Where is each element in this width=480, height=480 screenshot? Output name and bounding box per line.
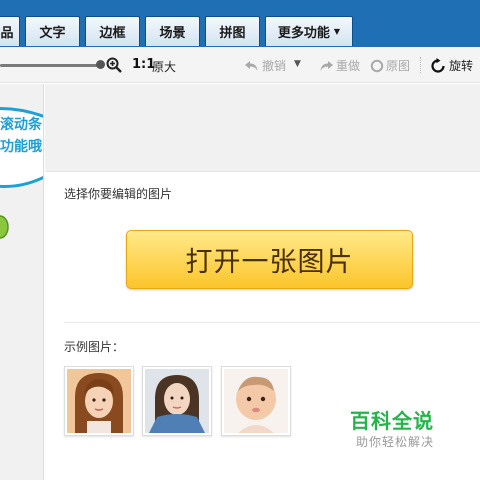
example-image-1[interactable] <box>64 366 134 436</box>
example-image-2[interactable] <box>142 366 212 436</box>
toolbar-divider <box>420 57 421 73</box>
main-panel-header-area <box>45 84 480 172</box>
tab-label: 文字 <box>39 26 66 41</box>
redo-icon <box>320 60 333 71</box>
undo-icon <box>245 60 258 71</box>
watermark-title: 百科全说 <box>350 409 434 433</box>
tab-partial[interactable]: 品 <box>0 16 20 46</box>
original-image-label: 原图 <box>386 59 411 73</box>
redo-label: 重做 <box>336 59 361 73</box>
circle-icon <box>370 59 384 72</box>
portrait-woman-brown-hair-image <box>67 369 131 433</box>
chevron-down-icon: ▼ <box>333 27 341 36</box>
left-panel: 滚动条 功能哦! <box>0 84 44 480</box>
undo-button[interactable]: 撤销 <box>244 57 286 74</box>
tab-text[interactable]: 文字 <box>25 16 80 46</box>
caret-down-icon: ▼ <box>294 59 301 69</box>
tab-collage[interactable]: 拼图 <box>205 16 260 46</box>
tab-more-features[interactable]: 更多功能 ▼ <box>265 16 353 46</box>
open-image-button[interactable]: 打开一张图片 <box>126 230 413 289</box>
zoom-in-icon <box>106 57 122 73</box>
leaf-icon <box>0 215 9 239</box>
zoom-slider[interactable] <box>0 64 100 67</box>
example-image-3[interactable] <box>221 366 291 436</box>
select-image-prompt: 选择你要编辑的图片 <box>64 187 173 201</box>
bubble-text-line1: 滚动条 <box>0 117 42 133</box>
tab-border[interactable]: 边框 <box>85 16 140 46</box>
original-size-label[interactable]: 原大 <box>152 58 176 75</box>
portrait-woman-denim-image <box>145 369 209 433</box>
tab-label: 拼图 <box>219 26 246 41</box>
tip-speech-bubble: 滚动条 功能哦! <box>0 104 44 194</box>
bubble-text-line2: 功能哦! <box>0 139 44 155</box>
section-divider <box>64 322 480 323</box>
zoom-slider-handle[interactable] <box>96 60 105 69</box>
undo-label: 撤销 <box>262 59 287 73</box>
tab-label: 品 <box>0 26 14 41</box>
tab-label: 场景 <box>159 26 186 41</box>
redo-button[interactable]: 重做 <box>318 57 360 74</box>
rotate-button[interactable]: 旋转 <box>430 57 473 74</box>
example-images-label: 示例图片： <box>64 340 125 354</box>
rotate-icon <box>431 57 445 73</box>
rotate-label: 旋转 <box>449 59 474 73</box>
original-image-button[interactable]: 原图 <box>370 57 410 74</box>
top-tab-bar: 品 文字 边框 场景 拼图 更多功能 ▼ <box>0 0 480 47</box>
watermark-subtitle: 助你轻松解决 <box>356 435 435 449</box>
undo-history-dropdown[interactable]: ▼ <box>294 59 301 69</box>
portrait-baby-image <box>224 369 288 433</box>
tab-label: 更多功能 <box>277 26 330 41</box>
tab-label: 边框 <box>99 26 126 41</box>
tab-scene[interactable]: 场景 <box>145 16 200 46</box>
zoom-in-button[interactable] <box>106 57 122 73</box>
